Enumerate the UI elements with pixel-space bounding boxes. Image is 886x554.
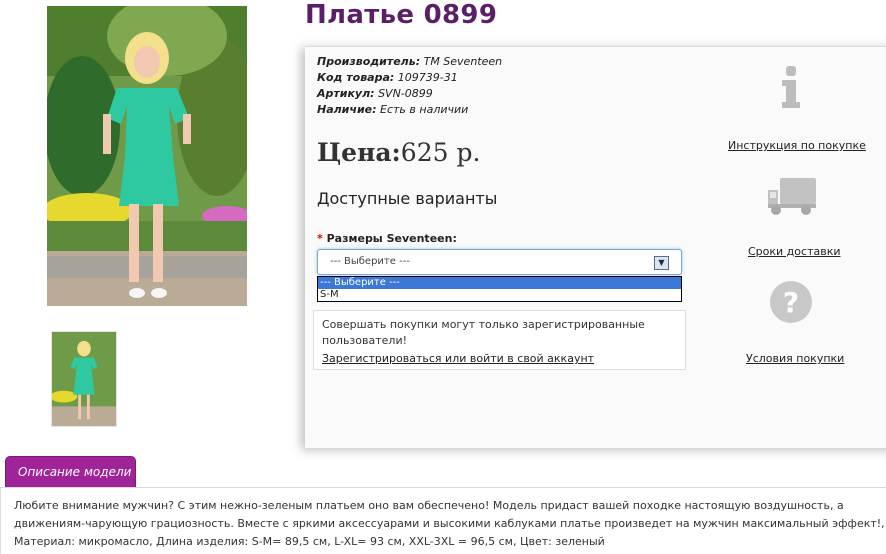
spec-availability: Наличие: Есть в наличии — [317, 103, 469, 116]
variants-heading: Доступные варианты — [317, 189, 498, 208]
price-value: 625 р. — [400, 138, 481, 167]
size-dropdown-list[interactable]: --- Выберите --- S-M — [317, 276, 682, 302]
spec-article: Артикул: SVN-0899 — [317, 87, 433, 100]
tab-description[interactable]: Описание модели — [5, 456, 136, 488]
svg-text:?: ? — [783, 286, 799, 319]
login-notice-text: Совершать покупки могут только зарегистр… — [322, 318, 645, 347]
product-main-photo[interactable] — [47, 6, 247, 306]
size-label: * Размеры Seventeen: — [317, 232, 457, 245]
spec-manufacturer: Производитель: TM Seventeen — [317, 55, 503, 68]
size-option-placeholder[interactable]: --- Выберите --- — [318, 277, 681, 289]
delivery-link[interactable]: Сроки доставки — [748, 245, 841, 258]
size-option-s-m[interactable]: S-M — [318, 289, 681, 301]
question-icon[interactable]: ? — [769, 280, 813, 324]
size-select[interactable]: --- Выберите --- ▼ — [317, 249, 682, 275]
price-label: Цена: — [317, 138, 401, 167]
product-price: Цена:625 р. — [317, 138, 480, 167]
truck-icon[interactable] — [766, 176, 818, 216]
page-title: Платье 0899 — [305, 0, 498, 30]
product-description: Любите внимание мужчин? С этим нежно-зел… — [0, 488, 886, 554]
login-notice: Совершать покупки могут только зарегистр… — [313, 310, 686, 370]
spec-product-code: Код товара: 109739-31 — [317, 71, 458, 84]
product-specs: Производитель: TM Seventeen Код товара: … — [317, 54, 502, 118]
instructions-link[interactable]: Инструкция по покупке — [728, 139, 866, 152]
chevron-down-icon[interactable]: ▼ — [654, 256, 669, 270]
register-login-link[interactable]: Зарегистрироваться или войти в свой акка… — [322, 351, 685, 367]
size-select-value: --- Выберите --- — [330, 256, 410, 267]
product-thumbnail[interactable] — [51, 331, 117, 427]
terms-link[interactable]: Условия покупки — [746, 352, 844, 365]
required-mark: * — [317, 232, 323, 245]
info-icon[interactable] — [775, 64, 805, 110]
